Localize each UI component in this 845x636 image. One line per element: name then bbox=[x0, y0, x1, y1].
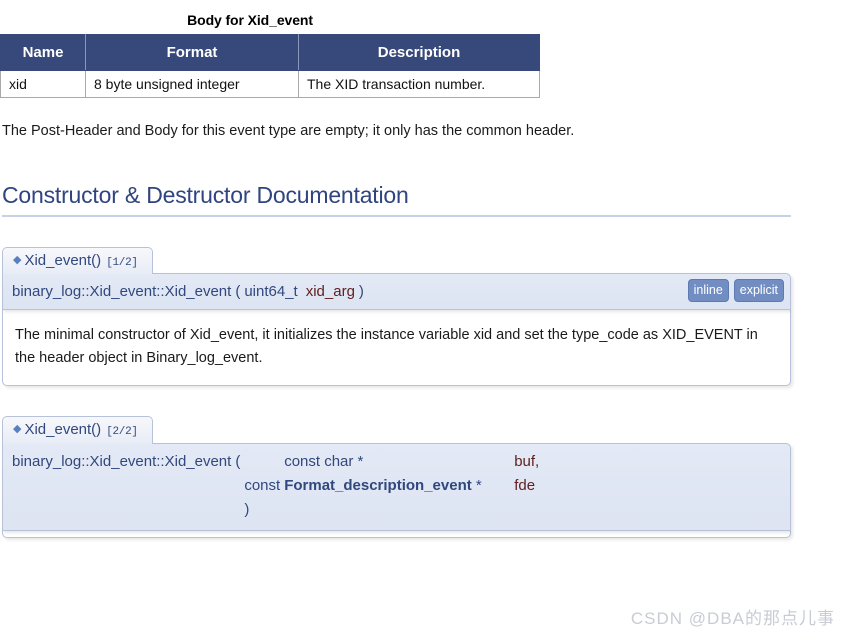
signature-spacer bbox=[231, 494, 244, 527]
member-title-tab-2[interactable]: ◆ Xid_event() [2/2] bbox=[2, 416, 153, 444]
param-type-1: Format_description_event * bbox=[284, 470, 514, 494]
label-explicit: explicit bbox=[733, 278, 784, 303]
signature-spacer bbox=[3, 470, 231, 494]
body-table-caption: Body for Xid_event bbox=[187, 12, 313, 28]
param-name-0: buf, bbox=[514, 452, 540, 470]
member-title-label-2: Xid_event() bbox=[24, 421, 102, 439]
member-signature-table-1: binary_log::Xid_event::Xid_event ( uint6… bbox=[3, 274, 373, 309]
param-keyword-0 bbox=[244, 444, 284, 470]
watermark: CSDN @DBA的那点儿事 bbox=[630, 609, 835, 628]
param-type-suffix-1: * bbox=[471, 477, 482, 494]
intro-paragraph: The Post-Header and Body for this event … bbox=[2, 123, 575, 139]
signature-qualified-name: binary_log::Xid_event::Xid_event bbox=[12, 452, 232, 470]
diamond-bullet-icon: ◆ bbox=[13, 423, 22, 436]
column-header-description: Description bbox=[298, 34, 540, 71]
member-documentation-2 bbox=[2, 530, 791, 538]
table-row: xid 8 byte unsigned integer The XID tran… bbox=[0, 70, 540, 98]
param-type-plain-0: const char * bbox=[284, 452, 364, 470]
signature-close-paren: ) bbox=[358, 283, 364, 301]
cell-description: The XID transaction number. bbox=[298, 70, 540, 98]
member-overload-index-2: [2/2] bbox=[106, 426, 138, 439]
column-header-format: Format bbox=[85, 34, 299, 71]
param-name-1: fde bbox=[514, 477, 536, 494]
member-item-xid-event-1: ◆ Xid_event() [1/2] binary_log::Xid_event:… bbox=[2, 246, 791, 387]
member-signature-table-2: binary_log::Xid_event::Xid_event ( const… bbox=[3, 444, 539, 528]
param-type-0: const char * bbox=[284, 444, 514, 470]
member-doc-text-1: The minimal constructor of Xid_event, it… bbox=[15, 327, 758, 366]
signature-close-paren: ) bbox=[244, 501, 250, 519]
member-prototype-1: binary_log::Xid_event::Xid_event ( uint6… bbox=[2, 273, 791, 311]
signature-row: const Format_description_event * fde bbox=[3, 470, 539, 494]
signature-row: ) bbox=[3, 494, 539, 527]
member-overload-index-1: [1/2] bbox=[106, 256, 138, 269]
signature-spacer bbox=[514, 494, 539, 527]
signature-qualified-name: binary_log::Xid_event::Xid_event bbox=[12, 283, 232, 301]
param-keyword-1: const bbox=[244, 477, 281, 494]
signature-open-paren: ( bbox=[235, 283, 241, 301]
member-labels-1: inline explicit bbox=[687, 278, 784, 303]
cell-name: xid bbox=[0, 70, 86, 98]
signature-row: binary_log::Xid_event::Xid_event ( uint6… bbox=[3, 274, 373, 309]
body-table-body: xid 8 byte unsigned integer The XID tran… bbox=[0, 70, 540, 98]
label-inline: inline bbox=[687, 278, 729, 303]
body-table-head: Name Format Description bbox=[0, 34, 540, 71]
signature-spacer bbox=[3, 494, 231, 527]
signature-open-paren: ( bbox=[235, 452, 241, 470]
column-header-name: Name bbox=[0, 34, 86, 71]
signature-spacer bbox=[284, 494, 514, 527]
member-item-xid-event-2: ◆ Xid_event() [2/2] binary_log::Xid_event:… bbox=[2, 416, 791, 538]
param-name-0: xid_arg bbox=[305, 283, 355, 301]
body-table: Name Format Description xid 8 byte unsig… bbox=[0, 34, 540, 98]
param-type-0: uint64_t bbox=[244, 283, 298, 301]
member-title-label-1: Xid_event() bbox=[24, 251, 102, 269]
signature-row: binary_log::Xid_event::Xid_event ( const… bbox=[3, 444, 539, 470]
param-type-link-1[interactable]: Format_description_event bbox=[284, 477, 472, 494]
documentation-page: Body for Xid_event Name Format Descripti… bbox=[0, 0, 845, 636]
member-title-tab-1[interactable]: ◆ Xid_event() [1/2] bbox=[2, 246, 153, 275]
body-table-section: Body for Xid_event Name Format Descripti… bbox=[0, 0, 845, 98]
signature-spacer bbox=[231, 470, 244, 494]
page-title: Constructor & Destructor Documentation bbox=[2, 181, 409, 208]
member-documentation-1: The minimal constructor of Xid_event, it… bbox=[2, 310, 791, 387]
member-prototype-2: binary_log::Xid_event::Xid_event ( const… bbox=[2, 442, 791, 531]
cell-format: 8 byte unsigned integer bbox=[85, 70, 299, 98]
table-header-row: Name Format Description bbox=[0, 34, 540, 71]
diamond-bullet-icon: ◆ bbox=[13, 253, 22, 266]
